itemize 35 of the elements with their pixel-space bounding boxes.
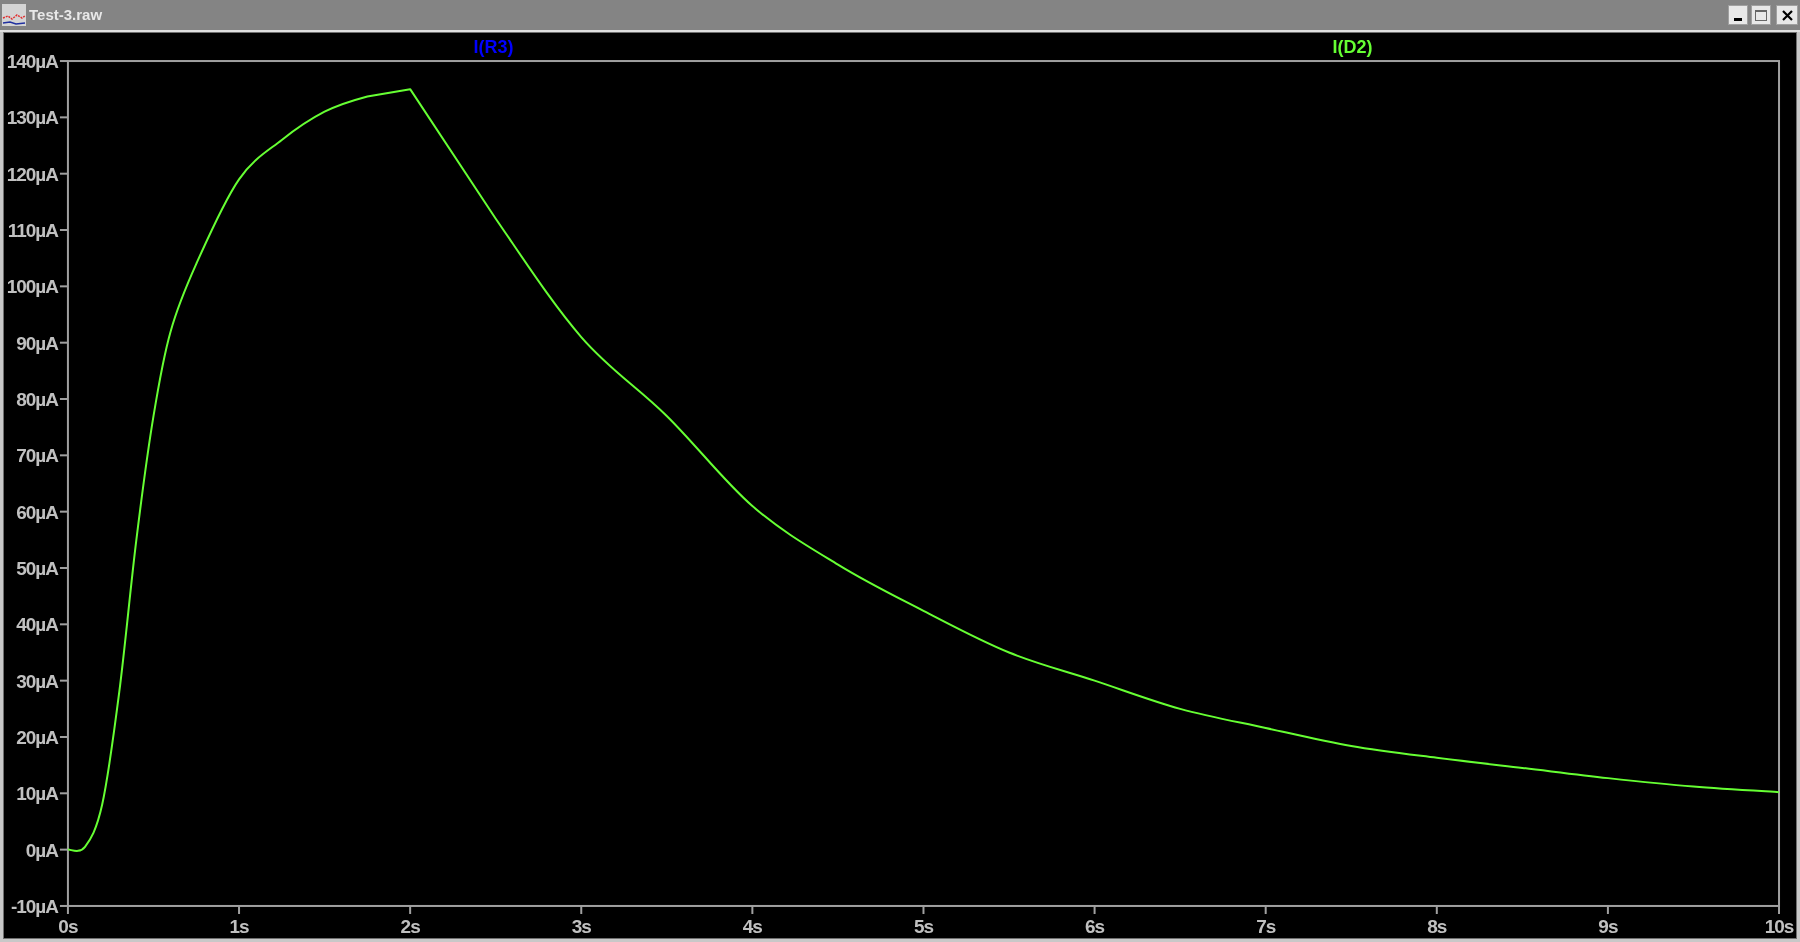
tick-label: 40µA	[16, 614, 58, 636]
tick-label: 10s	[1764, 916, 1794, 937]
tick-label: 100µA	[6, 276, 58, 298]
tick-label: 7s	[1256, 916, 1276, 937]
tick-label: 6s	[1085, 916, 1105, 937]
tick-label: 130µA	[6, 107, 58, 129]
tick-label: 80µA	[16, 389, 58, 410]
tick-label: 2s	[400, 916, 420, 937]
tick-label: -10µA	[10, 895, 58, 917]
tick-label: 1s	[229, 916, 249, 937]
maximize-icon	[1755, 9, 1767, 21]
tick-label: 9s	[1598, 916, 1618, 937]
tick-label: 110µA	[7, 220, 58, 242]
tick-label: 60µA	[16, 501, 58, 523]
trace-legend-label[interactable]: I(D2)	[1332, 37, 1373, 58]
close-icon	[1781, 9, 1793, 21]
minimize-icon	[1734, 18, 1742, 21]
maximize-button[interactable]	[1751, 5, 1771, 25]
tick-label: 5s	[913, 916, 934, 937]
tick-label: 8s	[1427, 916, 1447, 937]
tick-label: 90µA	[16, 332, 58, 354]
tick-label: 70µA	[16, 445, 58, 467]
close-button[interactable]	[1776, 5, 1798, 25]
tick-label: 120µA	[6, 163, 58, 185]
tick-label: 0µA	[25, 839, 58, 861]
window-title: Test-3.raw	[29, 4, 103, 25]
tick-label: 20µA	[16, 726, 58, 748]
tick-label: 0s	[58, 916, 78, 937]
tick-label: 4s	[742, 916, 762, 937]
tick-label: 50µA	[16, 558, 58, 579]
tick-label: 3s	[571, 916, 591, 937]
tick-label: 10µA	[16, 783, 58, 805]
tick-label: 30µA	[16, 670, 58, 692]
tick-label: 140µA	[6, 51, 58, 73]
minimize-button[interactable]	[1728, 5, 1748, 25]
